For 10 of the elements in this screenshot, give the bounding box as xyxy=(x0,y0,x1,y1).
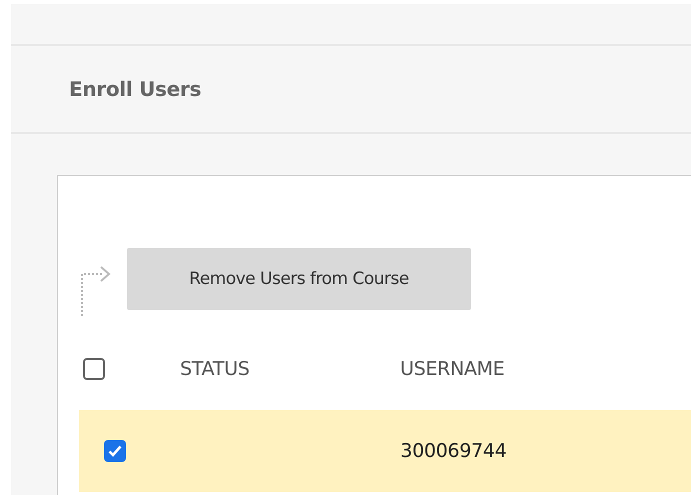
remove-users-button[interactable]: Remove Users from Course xyxy=(127,248,471,310)
column-header: USERNAME xyxy=(400,358,506,380)
column-header: STATUS xyxy=(180,358,250,380)
checkmark-icon xyxy=(108,445,122,457)
bent-arrow-icon xyxy=(79,266,113,316)
checkbox[interactable] xyxy=(83,358,105,380)
table-row[interactable]: 300069744 xyxy=(79,410,691,492)
checkbox[interactable] xyxy=(104,440,126,462)
table-cell-text: 300069744 xyxy=(400,440,508,462)
page-title: Enroll Users xyxy=(69,77,202,101)
